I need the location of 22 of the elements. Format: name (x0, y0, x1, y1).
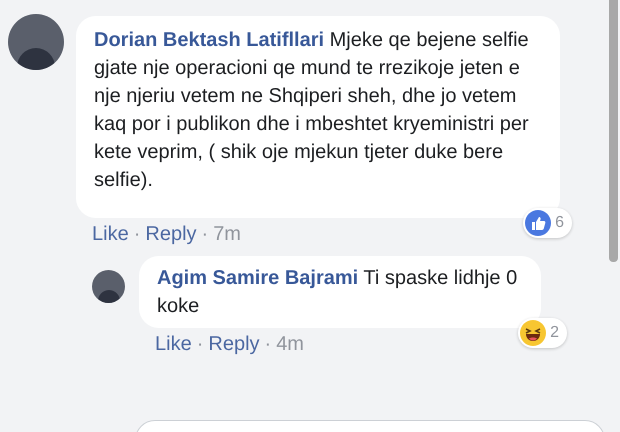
laughing-emoji-icon (520, 320, 546, 346)
reaction-count: 6 (555, 213, 564, 233)
avatar-silhouette[interactable] (92, 270, 125, 303)
separator-dot: · (264, 332, 272, 357)
reaction-badge[interactable]: 6 (523, 208, 572, 238)
comment-time[interactable]: 4m (276, 329, 304, 359)
comment-time[interactable]: 7m (213, 219, 241, 249)
comment-action-link[interactable]: Like (92, 219, 129, 249)
author-link[interactable]: Dorian Bektash Latifllari (94, 29, 324, 51)
separator-dot: · (200, 222, 210, 247)
comment-text: Dorian Bektash Latifllari Mjeke qe bejene selfie gjate nje operacioni qe mund te rrezikoje jeten e nje njeriu vetem ne Shqiperi sheh, dhe jo vetem kaq por i publikon dhe i mbeshtet kryeministri per kete veprim, ( shik oje mjekun tjeter duke bere selfie). (94, 28, 530, 193)
separator-dot: · (132, 222, 142, 247)
reaction-badge[interactable]: 2 (518, 318, 567, 348)
separator-dot: · (196, 332, 204, 357)
comment-text: Agim Samire Bajrami Ti spaske lidhje 0 koke (157, 266, 518, 319)
author-link[interactable]: Agim Samire Bajrami (157, 267, 358, 289)
comment-action-link[interactable]: Like (155, 329, 192, 359)
comment-action-link[interactable]: Reply (145, 219, 197, 249)
reaction-count: 2 (550, 323, 559, 343)
scrollbar[interactable] (609, 0, 618, 262)
thumbs-up-icon (525, 210, 552, 236)
comment-action-link[interactable]: Reply (208, 329, 260, 359)
